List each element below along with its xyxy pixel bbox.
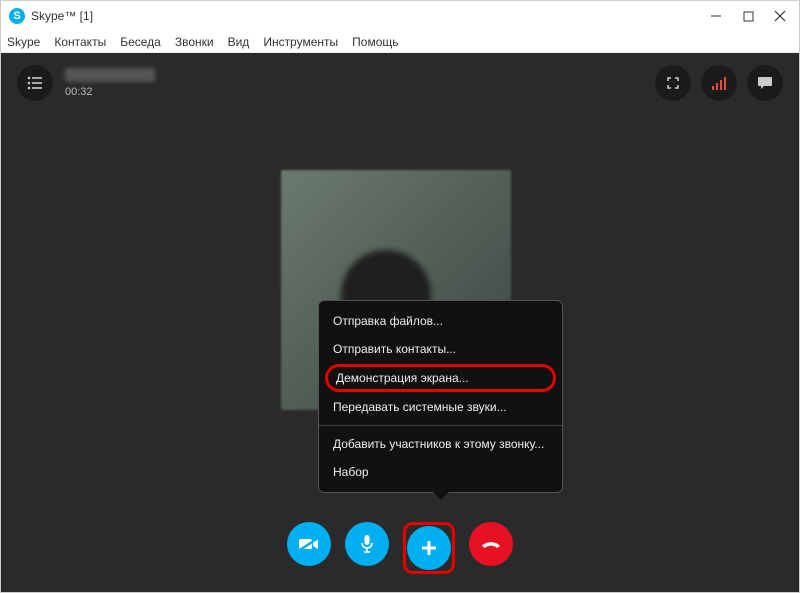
call-controls: [1, 522, 799, 574]
titlebar: S Skype™ [1]: [1, 1, 799, 31]
signal-quality-button[interactable]: [701, 65, 737, 101]
menu-calls[interactable]: Звонки: [175, 35, 214, 49]
plus-context-menu: Отправка файлов... Отправить контакты...…: [318, 300, 563, 493]
app-window: S Skype™ [1] Skype Контакты Беседа Звонк…: [0, 0, 800, 593]
menu-skype[interactable]: Skype: [7, 35, 40, 49]
skype-logo-icon: S: [9, 8, 25, 24]
menubar: Skype Контакты Беседа Звонки Вид Инструм…: [1, 31, 799, 53]
menu-separator: [319, 425, 562, 426]
add-button-highlight: [403, 522, 455, 574]
video-toggle-button[interactable]: [287, 522, 331, 566]
menu-view[interactable]: Вид: [228, 35, 250, 49]
minimize-button[interactable]: [709, 9, 723, 23]
contact-name-blurred: [65, 68, 155, 82]
call-area: 00:32: [1, 53, 799, 592]
menu-contacts[interactable]: Контакты: [54, 35, 106, 49]
menu-item-system-sounds[interactable]: Передавать системные звуки...: [319, 393, 562, 421]
menu-item-add-participants[interactable]: Добавить участников к этому звонку...: [319, 430, 562, 458]
menu-conversation[interactable]: Беседа: [120, 35, 161, 49]
top-right-controls: [655, 65, 783, 101]
menu-tools[interactable]: Инструменты: [263, 35, 338, 49]
menu-item-share-screen[interactable]: Демонстрация экрана...: [325, 364, 556, 392]
maximize-button[interactable]: [741, 9, 755, 23]
window-controls: [709, 9, 787, 23]
add-button[interactable]: [407, 526, 451, 570]
signal-icon: [712, 76, 726, 90]
menu-item-send-files[interactable]: Отправка файлов...: [319, 307, 562, 335]
fullscreen-button[interactable]: [655, 65, 691, 101]
contact-info: 00:32: [65, 68, 155, 98]
menu-pointer-icon: [433, 492, 449, 500]
menu-help[interactable]: Помощь: [352, 35, 398, 49]
hangup-button[interactable]: [469, 522, 513, 566]
close-button[interactable]: [773, 9, 787, 23]
recent-list-button[interactable]: [17, 65, 53, 101]
menu-item-send-contacts[interactable]: Отправить контакты...: [319, 335, 562, 363]
chat-button[interactable]: [747, 65, 783, 101]
menu-item-dialpad[interactable]: Набор: [319, 458, 562, 486]
mic-toggle-button[interactable]: [345, 522, 389, 566]
call-timer: 00:32: [65, 86, 155, 98]
call-topbar: 00:32: [1, 53, 799, 113]
window-title: Skype™ [1]: [31, 9, 709, 23]
